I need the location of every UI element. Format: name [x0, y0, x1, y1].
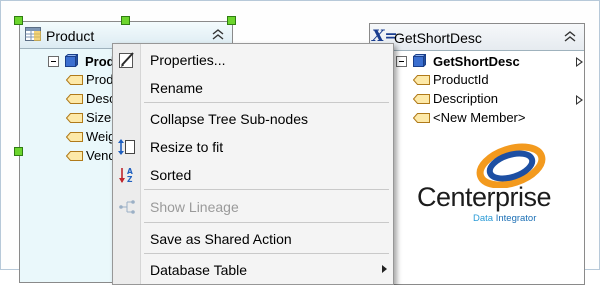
sort-az-icon: A Z: [119, 167, 133, 184]
menu-item-rename[interactable]: Rename: [113, 74, 393, 101]
output-port-icon[interactable]: [576, 95, 583, 105]
getshortdesc-field-label: <New Member>: [433, 110, 526, 125]
product-field-label: Weig: [86, 129, 116, 144]
submenu-arrow-icon: [382, 265, 387, 273]
product-node-title: Product: [46, 28, 95, 44]
table-icon: [25, 27, 41, 41]
logo-tagline-a: Data: [473, 213, 494, 224]
object-icon: [413, 54, 426, 67]
logo-tagline-b: Integrator: [495, 213, 537, 224]
menu-separator: [144, 189, 389, 190]
collapse-chevron-icon[interactable]: [210, 27, 226, 41]
getshortdesc-field-row[interactable]: ProductId: [370, 72, 584, 90]
menu-item-label: Properties...: [150, 52, 226, 68]
getshortdesc-field-label: Description: [433, 91, 499, 106]
menu-item-label: Show Lineage: [150, 199, 239, 215]
field-icon: [413, 94, 430, 104]
product-root-label: Prod: [85, 54, 115, 69]
collapse-tree-icon[interactable]: [48, 56, 59, 67]
product-field-label: Size: [86, 110, 112, 125]
menu-separator: [144, 102, 389, 103]
menu-item-properties[interactable]: Properties...: [113, 46, 393, 73]
field-icon: [413, 113, 430, 123]
svg-text:Z: Z: [127, 175, 133, 184]
getshortdesc-node-title: GetShortDesc: [394, 30, 482, 46]
output-port-icon[interactable]: [576, 57, 583, 67]
getshortdesc-field-row[interactable]: <New Member>: [370, 110, 584, 128]
menu-item-show-lineage: Show Lineage: [113, 193, 393, 220]
field-icon: [66, 75, 83, 85]
field-icon: [66, 132, 83, 142]
menu-separator: [144, 253, 389, 254]
menu-item-label: Database Table: [150, 262, 248, 278]
centerprise-logo: Centerprise Data Integrator: [417, 142, 577, 232]
field-icon: [66, 151, 83, 161]
context-menu[interactable]: Properties... Rename Collapse Tree Sub-n…: [112, 43, 394, 285]
collapse-tree-icon[interactable]: [396, 56, 407, 67]
collapse-chevron-icon[interactable]: [562, 29, 578, 43]
designer-canvas[interactable]: Product Prod Prod Desc Size Weig Vend X=…: [0, 0, 600, 285]
lineage-icon: [119, 200, 135, 214]
menu-item-label: Collapse Tree Sub-nodes: [150, 111, 308, 127]
menu-item-sorted[interactable]: A Z Sorted: [113, 161, 393, 188]
object-icon: [65, 54, 78, 67]
logo-wordmark: Centerprise: [417, 182, 552, 212]
menu-item-resize-to-fit[interactable]: Resize to fit: [113, 133, 393, 160]
properties-icon: [119, 52, 134, 68]
menu-item-label: Save as Shared Action: [150, 231, 292, 247]
getshortdesc-field-label: ProductId: [433, 72, 489, 87]
menu-separator: [144, 222, 389, 223]
field-icon: [66, 94, 83, 104]
product-field-label: Prod: [86, 72, 114, 87]
resize-icon: [118, 139, 135, 155]
getshortdesc-root-row[interactable]: GetShortDesc: [370, 53, 584, 71]
getshortdesc-root-label: GetShortDesc: [433, 54, 520, 69]
logo-tagline: Data Integrator: [473, 213, 536, 224]
resize-handle-top[interactable]: [121, 16, 130, 25]
menu-item-label: Sorted: [150, 167, 192, 183]
resize-handle-left[interactable]: [14, 147, 23, 156]
menu-item-label: Resize to fit: [150, 139, 224, 155]
field-icon: [66, 113, 83, 123]
getshortdesc-node-header[interactable]: X= GetShortDesc: [370, 24, 584, 51]
field-icon: [413, 75, 430, 85]
getshortdesc-field-row[interactable]: Description: [370, 91, 584, 109]
menu-item-save-shared-action[interactable]: Save as Shared Action: [113, 225, 393, 252]
menu-item-label: Rename: [150, 80, 203, 96]
resize-handle-top-right[interactable]: [227, 16, 236, 25]
resize-handle-top-left[interactable]: [14, 16, 23, 25]
menu-item-collapse-tree[interactable]: Collapse Tree Sub-nodes: [113, 105, 393, 132]
